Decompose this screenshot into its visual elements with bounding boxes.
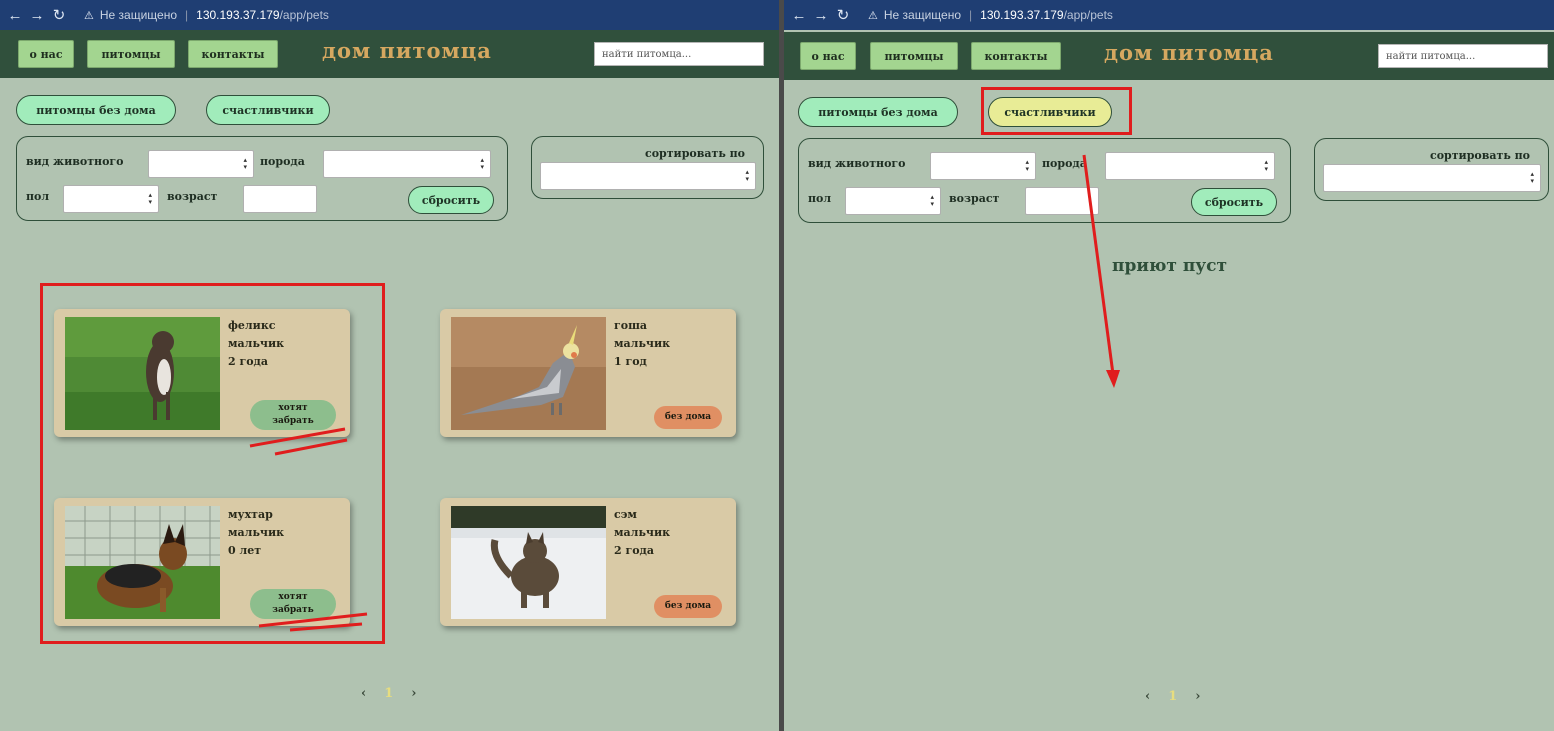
sex-label: пол — [26, 190, 50, 203]
pet-info: гоша мальчик 1 год — [614, 317, 670, 371]
status-badge[interactable]: без дома — [654, 595, 722, 618]
tab-lucky-pets[interactable]: счастливчики — [206, 95, 330, 125]
url-separator: | — [185, 8, 189, 22]
breed-select[interactable] — [323, 150, 491, 178]
nav-contacts-button[interactable]: КОНТАКТЫ — [188, 40, 278, 68]
tab-homeless-pets[interactable]: питомцы без дома — [16, 95, 176, 125]
security-warning[interactable]: Не защищено — [100, 8, 177, 22]
breed-label: порода — [1042, 157, 1087, 170]
sort-select[interactable] — [540, 162, 756, 190]
sort-panel: сортировать по — [531, 136, 764, 199]
pet-name: гоша — [614, 319, 648, 332]
parrot-photo-icon — [451, 317, 606, 430]
nav-pets-button[interactable]: ПИТОМЦЫ — [87, 40, 175, 68]
pet-card[interactable]: сэм мальчик 2 года без дома — [440, 498, 736, 626]
url-path: /app/pets — [279, 8, 329, 22]
status-badge[interactable]: без дома — [654, 406, 722, 429]
next-page-button[interactable]: › — [411, 686, 416, 701]
site-brand[interactable]: ДОМ ПИТОМЦА — [1104, 40, 1274, 65]
site-brand[interactable]: ДОМ ПИТОМЦА — [322, 38, 492, 63]
pagination: ‹ 1 › — [1145, 689, 1200, 704]
site-header: О НАС ПИТОМЦЫ КОНТАКТЫ ДОМ ПИТОМЦА найти… — [784, 32, 1554, 80]
next-page-button[interactable]: › — [1195, 689, 1200, 704]
breed-select[interactable] — [1105, 152, 1275, 180]
pet-sex: мальчик — [614, 337, 671, 350]
prev-page-button[interactable]: ‹ — [1145, 689, 1150, 704]
sort-label: сортировать по — [1430, 149, 1530, 162]
security-warning[interactable]: Не защищено — [884, 8, 961, 22]
address-bar[interactable]: 130.193.37.179/app/pets — [980, 8, 1113, 22]
empty-shelter-message: приют пуст — [1112, 256, 1228, 276]
back-arrow-icon[interactable]: ← — [4, 7, 26, 24]
age-input[interactable] — [1025, 187, 1099, 215]
browser-toolbar: ← → ↻ ⚠ Не защищено | 130.193.37.179/app… — [0, 0, 779, 30]
pet-info: сэм мальчик 2 года — [614, 506, 670, 560]
annotation-highlight-box — [981, 87, 1132, 135]
species-label: вид животного — [26, 155, 124, 168]
search-input[interactable]: найти питомца... — [594, 42, 764, 66]
warning-icon[interactable]: ⚠ — [868, 9, 878, 22]
url-host: 130.193.37.179 — [980, 8, 1064, 22]
browser-toolbar: ← → ↻ ⚠ Не защищено | 130.193.37.179/app… — [784, 0, 1554, 30]
nav-contacts-button[interactable]: КОНТАКТЫ — [971, 42, 1061, 70]
pet-age: 1 год — [614, 355, 647, 368]
filter-panel: вид животного порода пол возраст сбросит… — [798, 138, 1291, 223]
pet-card[interactable]: гоша мальчик 1 год без дома — [440, 309, 736, 437]
address-bar[interactable]: 130.193.37.179/app/pets — [196, 8, 329, 22]
tab-homeless-pets[interactable]: питомцы без дома — [798, 97, 958, 127]
pet-sex: мальчик — [614, 526, 671, 539]
search-input[interactable]: найти питомца... — [1378, 44, 1548, 68]
pet-age: 2 года — [614, 544, 655, 557]
species-select[interactable] — [148, 150, 254, 178]
left-browser-window: ← → ↻ ⚠ Не защищено | 130.193.37.179/app… — [0, 0, 779, 731]
breed-label: порода — [260, 155, 305, 168]
sex-label: пол — [808, 192, 832, 205]
pagination: ‹ 1 › — [361, 686, 416, 701]
reload-icon[interactable]: ↻ — [48, 6, 70, 24]
nav-about-button[interactable]: О НАС — [18, 40, 74, 68]
url-separator: | — [969, 8, 973, 22]
sex-select[interactable] — [63, 185, 159, 213]
sort-panel: сортировать по — [1314, 138, 1549, 201]
age-input[interactable] — [243, 185, 317, 213]
warning-icon[interactable]: ⚠ — [84, 9, 94, 22]
species-label: вид животного — [808, 157, 906, 170]
annotation-highlight-box — [40, 283, 385, 644]
sex-select[interactable] — [845, 187, 941, 215]
reload-icon[interactable]: ↻ — [832, 6, 854, 24]
nav-pets-button[interactable]: ПИТОМЦЫ — [870, 42, 958, 70]
age-label: возраст — [167, 190, 218, 203]
back-arrow-icon[interactable]: ← — [788, 7, 810, 24]
age-label: возраст — [949, 192, 1000, 205]
url-host: 130.193.37.179 — [196, 8, 280, 22]
nav-about-button[interactable]: О НАС — [800, 42, 856, 70]
current-page[interactable]: 1 — [1168, 689, 1177, 704]
prev-page-button[interactable]: ‹ — [361, 686, 366, 701]
sort-label: сортировать по — [645, 147, 745, 160]
url-path: /app/pets — [1063, 8, 1113, 22]
pet-name: сэм — [614, 508, 637, 521]
reset-button[interactable]: сбросить — [1191, 188, 1277, 216]
forward-arrow-icon[interactable]: → — [26, 7, 48, 24]
current-page[interactable]: 1 — [384, 686, 393, 701]
species-select[interactable] — [930, 152, 1036, 180]
sort-select[interactable] — [1323, 164, 1541, 192]
forward-arrow-icon[interactable]: → — [810, 7, 832, 24]
site-header: О НАС ПИТОМЦЫ КОНТАКТЫ ДОМ ПИТОМЦА найти… — [0, 30, 779, 78]
cat-photo-icon — [451, 506, 606, 619]
filter-panel: вид животного порода пол возраст сбросит… — [16, 136, 508, 221]
reset-button[interactable]: сбросить — [408, 186, 494, 214]
right-browser-window: ← → ↻ ⚠ Не защищено | 130.193.37.179/app… — [784, 0, 1554, 731]
